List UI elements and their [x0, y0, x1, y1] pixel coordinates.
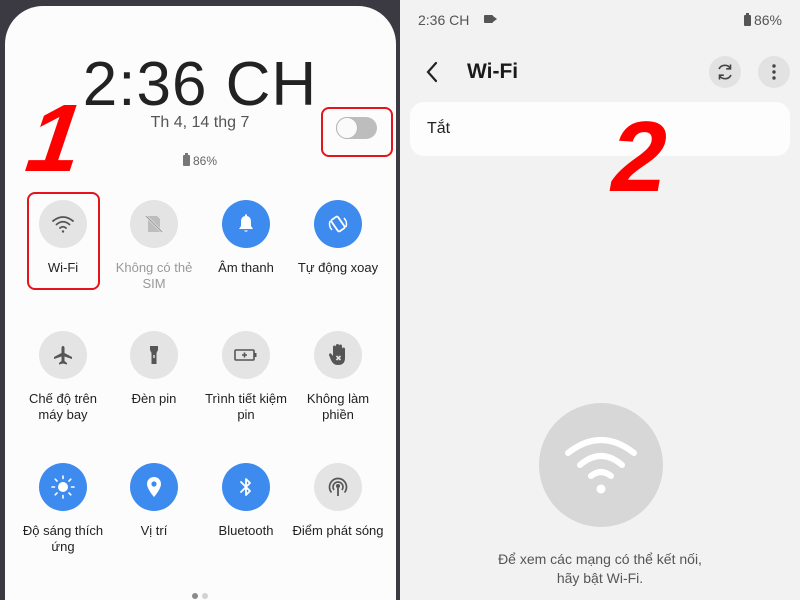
status-battery-percent: 86% — [753, 12, 782, 28]
bluetooth-icon — [222, 463, 270, 511]
no-sim-icon — [130, 200, 178, 248]
tile-label: Không làm phiền — [306, 391, 370, 422]
airplane-icon — [39, 331, 87, 379]
wifi-off-hint: Để xem các mạng có thể kết nối, hãy bật … — [400, 550, 800, 588]
tile-label: Chế độ trên máy bay — [29, 391, 97, 422]
tile-label: Vị trí — [140, 523, 168, 538]
hint-line-1: Để xem các mạng có thể kết nối, — [498, 551, 702, 567]
tile-airplane-mode[interactable]: Chế độ trên máy bay — [17, 331, 109, 423]
tile-label: Điểm phát sóng — [292, 523, 384, 538]
app-header: Wi-Fi — [400, 52, 800, 92]
tile-bluetooth[interactable]: Bluetooth — [200, 463, 292, 539]
wifi-off-illustration — [539, 403, 663, 527]
chevron-left-icon — [426, 61, 438, 83]
toggle-highlight — [321, 107, 393, 157]
tile-location[interactable]: Vị trí — [108, 463, 200, 539]
tile-adaptive-brightness[interactable]: Độ sáng thích ứng — [17, 463, 109, 555]
refresh-icon — [718, 64, 732, 80]
tile-no-sim[interactable]: Không có thẻ SIM — [108, 200, 200, 292]
back-button[interactable] — [420, 58, 444, 86]
tile-auto-rotate[interactable]: Tự động xoay — [292, 200, 384, 276]
page-dot-active[interactable] — [192, 593, 198, 599]
status-battery: 86% — [743, 12, 782, 28]
tile-label: Bluetooth — [218, 523, 274, 538]
more-vertical-icon — [772, 64, 776, 80]
refresh-button[interactable] — [709, 56, 741, 88]
tile-sound[interactable]: Âm thanh — [200, 200, 292, 276]
wifi-tile-highlight — [27, 192, 100, 290]
tile-flashlight[interactable]: Đèn pin — [108, 331, 200, 407]
tile-label: Tự động xoay — [297, 260, 379, 275]
hint-line-2: hãy bật Wi-Fi. — [556, 570, 644, 586]
quick-settings-screen: 2:36 CH Th 4, 14 thg 7 86% Wi-Fi Không c… — [0, 0, 400, 600]
tile-label: Trình tiết kiệm pin — [205, 391, 287, 422]
more-options-button[interactable] — [758, 56, 790, 88]
wifi-toggle-label: Tắt — [427, 120, 451, 137]
wifi-icon — [565, 437, 637, 494]
hotspot-icon — [314, 463, 362, 511]
battery-icon — [743, 13, 751, 26]
page-title: Wi-Fi — [467, 60, 519, 83]
brightness-icon — [39, 463, 87, 511]
status-time: 2:36 CH — [418, 12, 470, 28]
tile-label: Độ sáng thích ứng — [22, 523, 104, 554]
location-icon — [130, 463, 178, 511]
page-indicator — [0, 586, 400, 600]
tile-battery-saver[interactable]: Trình tiết kiệm pin — [200, 331, 292, 423]
wifi-toggle-row[interactable]: Tắt — [410, 102, 790, 156]
video-camera-icon — [484, 15, 497, 23]
tile-label: Đèn pin — [131, 391, 177, 406]
tile-label: Âm thanh — [218, 260, 274, 275]
flashlight-icon — [130, 331, 178, 379]
page-dot[interactable] — [202, 593, 208, 599]
tile-do-not-disturb[interactable]: Không làm phiền — [292, 331, 384, 423]
status-bar: 2:36 CH 86% — [418, 12, 782, 30]
tile-label: Không có thẻ SIM — [115, 260, 193, 291]
do-not-disturb-icon — [314, 331, 362, 379]
tile-hotspot[interactable]: Điểm phát sóng — [292, 463, 384, 539]
bell-icon — [222, 200, 270, 248]
auto-rotate-icon — [314, 200, 362, 248]
battery-saver-icon — [222, 331, 270, 379]
